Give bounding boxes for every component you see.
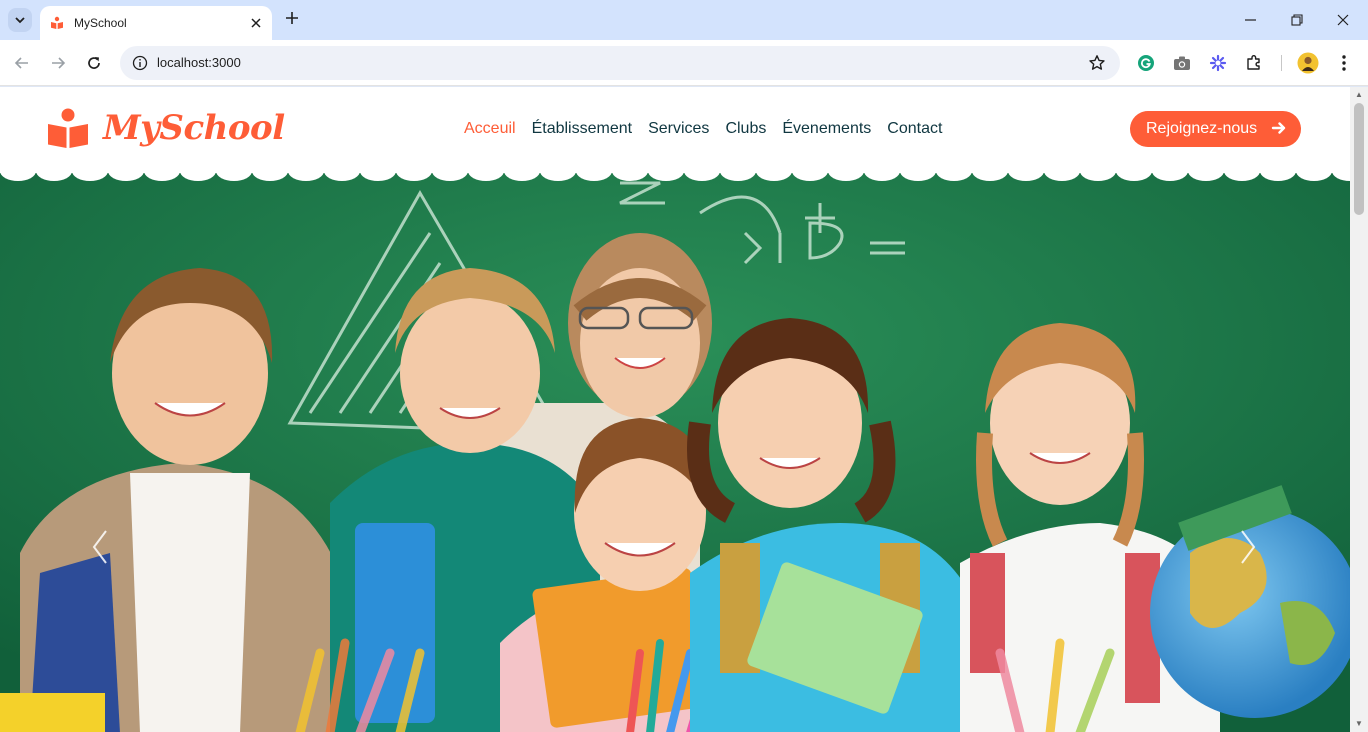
tab-title: MySchool [74, 16, 127, 30]
nav-item-etablissement[interactable]: Établissement [532, 120, 633, 138]
toolbar-separator [1281, 55, 1282, 71]
grammarly-icon[interactable] [1135, 52, 1157, 74]
minimize-icon[interactable] [1228, 0, 1274, 40]
restore-icon[interactable] [1274, 0, 1320, 40]
window-close-icon[interactable] [1320, 0, 1366, 40]
chevron-right-icon[interactable] [1236, 527, 1260, 567]
join-us-label: Rejoignez-nous [1146, 120, 1258, 137]
scrollbar-thumb[interactable] [1354, 103, 1364, 215]
tab-search-icon[interactable] [8, 8, 32, 32]
main-nav: Acceuil Établissement Services Clubs Éve… [464, 120, 958, 138]
nav-item-clubs[interactable]: Clubs [725, 120, 766, 138]
extensions-puzzle-icon[interactable] [1243, 52, 1265, 74]
browser-toolbar: localhost:3000 [0, 40, 1368, 86]
profile-avatar-icon[interactable] [1297, 52, 1319, 74]
forward-icon[interactable] [46, 51, 70, 75]
site-logo[interactable]: MySchool [47, 107, 285, 149]
page-viewport: MySchool Acceuil Établissement Services … [0, 87, 1368, 732]
hero-image [0, 173, 1350, 732]
site-info-icon[interactable] [132, 55, 148, 71]
join-us-button[interactable]: Rejoignez-nous [1130, 111, 1301, 147]
menu-dots-icon[interactable] [1333, 52, 1355, 74]
url-text: localhost:3000 [157, 55, 241, 70]
hero-carousel [0, 173, 1350, 732]
nav-item-acceuil[interactable]: Acceuil [464, 120, 516, 138]
logo-book-icon [48, 108, 88, 148]
reload-icon[interactable] [82, 51, 106, 75]
nav-item-services[interactable]: Services [648, 120, 709, 138]
chevron-left-icon[interactable] [88, 527, 112, 567]
address-bar[interactable]: localhost:3000 [120, 46, 1120, 80]
page-scrollbar[interactable]: ▲ ▼ [1350, 87, 1368, 732]
close-icon[interactable] [248, 15, 264, 31]
scroll-up-icon[interactable]: ▲ [1354, 90, 1364, 100]
new-tab-icon[interactable] [282, 10, 302, 30]
camera-icon[interactable] [1171, 52, 1193, 74]
nav-item-contact[interactable]: Contact [887, 120, 942, 138]
arrow-right-icon [1271, 122, 1286, 134]
scroll-down-icon[interactable]: ▼ [1354, 719, 1364, 729]
favicon-icon [51, 16, 63, 29]
tab-strip: MySchool [0, 0, 1368, 40]
nav-item-evenements[interactable]: Évenements [782, 120, 871, 138]
scalloped-edge [0, 165, 1350, 181]
site-header: MySchool Acceuil Établissement Services … [0, 87, 1350, 173]
extension-flower-icon[interactable] [1207, 52, 1229, 74]
browser-tab[interactable]: MySchool [40, 6, 272, 40]
back-icon[interactable] [10, 51, 34, 75]
bookmark-star-icon[interactable] [1088, 54, 1106, 72]
logo-text: MySchool [103, 108, 285, 148]
